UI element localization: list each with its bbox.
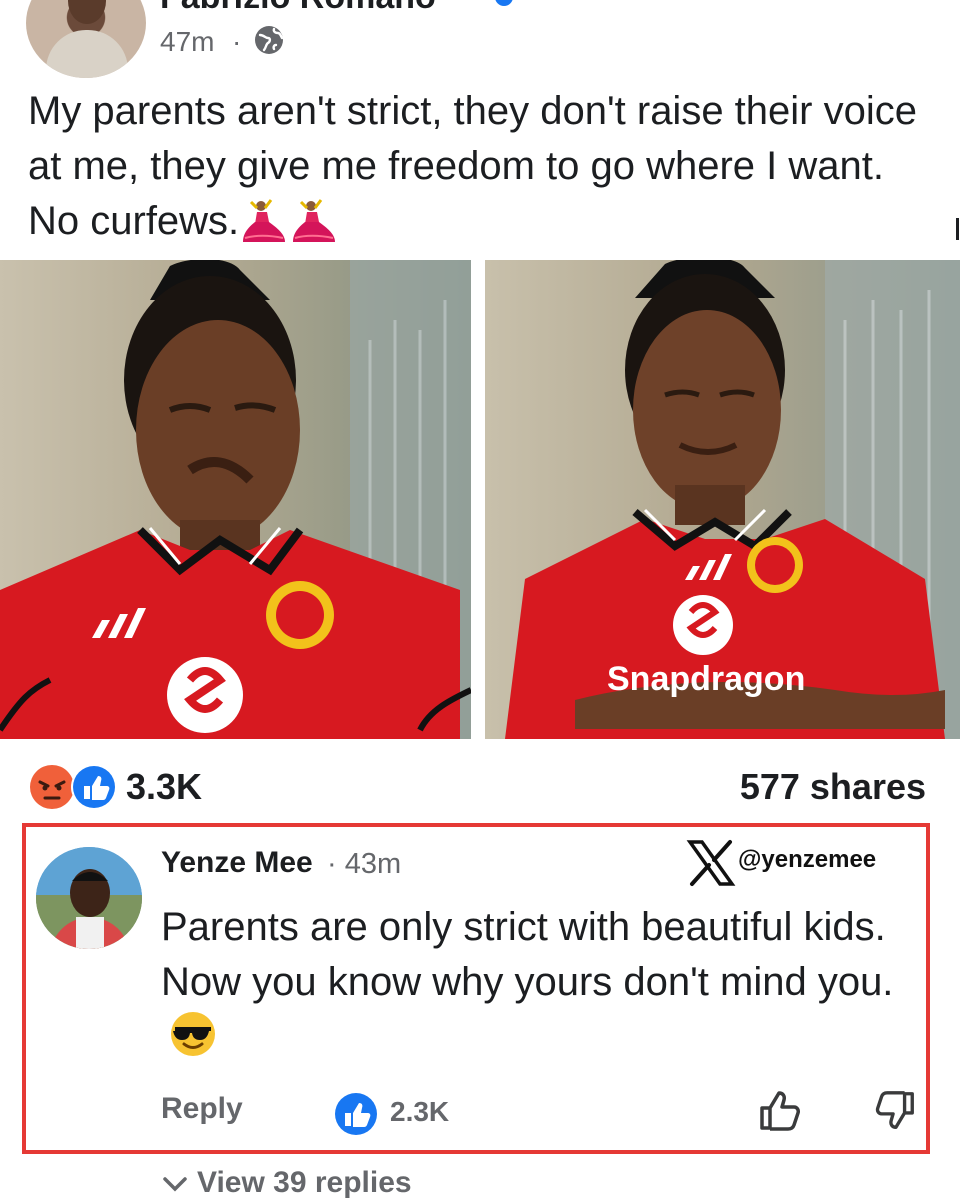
like-icon xyxy=(71,764,117,810)
separator-dot: · xyxy=(232,26,242,57)
globe-icon xyxy=(255,26,284,54)
dancer-icon xyxy=(243,199,286,242)
reply-button[interactable]: Reply xyxy=(161,1092,243,1126)
chevron-down-icon xyxy=(163,1177,187,1192)
post-text-body: My parents aren't strict, they don't rai… xyxy=(28,89,917,243)
post-text: My parents aren't strict, they don't rai… xyxy=(28,84,928,249)
commenter-name[interactable]: Yenze Mee xyxy=(161,846,313,880)
post-author-avatar[interactable] xyxy=(26,0,146,78)
x-logo-icon xyxy=(686,840,736,886)
comment-time[interactable]: · 43m xyxy=(327,848,401,881)
view-replies-label: View 39 replies xyxy=(197,1166,412,1199)
commenter-avatar[interactable] xyxy=(36,847,142,949)
comment-text: Parents are only strict with beautiful k… xyxy=(161,900,901,1065)
like-badge-icon xyxy=(335,1093,377,1135)
verified-badge-icon xyxy=(495,0,513,6)
separator-dot: · xyxy=(327,848,337,880)
comment-text-body: Parents are only strict with beautiful k… xyxy=(161,905,894,1004)
thumbs-up-icon[interactable] xyxy=(756,1086,804,1134)
post-author-name[interactable]: Fabrizio Romano xyxy=(160,0,436,17)
watermark-handle: @yenzemee xyxy=(738,846,877,873)
post-time[interactable]: 47m xyxy=(160,26,214,58)
view-replies-link[interactable]: View 39 replies xyxy=(161,1166,412,1200)
reaction-icons[interactable] xyxy=(28,762,120,812)
dancer-icon xyxy=(293,199,336,242)
thumbs-down-icon[interactable] xyxy=(872,1088,918,1134)
sunglasses-icon xyxy=(171,1012,215,1056)
angry-icon xyxy=(30,765,74,809)
share-count[interactable]: 577 shares xyxy=(740,766,926,808)
shirt-sponsor: Snapdragon xyxy=(607,660,805,698)
avatar-shirt xyxy=(46,30,128,78)
comment-time-value: 43m xyxy=(344,848,402,880)
reaction-count[interactable]: 3.3K xyxy=(126,766,202,808)
edge-divider xyxy=(956,218,959,240)
avatar-face xyxy=(68,0,106,24)
post-photo-left[interactable] xyxy=(0,260,471,739)
post-photo-right[interactable]: Snapdragon xyxy=(485,260,960,739)
comment-like-count[interactable]: 2.3K xyxy=(390,1096,449,1128)
